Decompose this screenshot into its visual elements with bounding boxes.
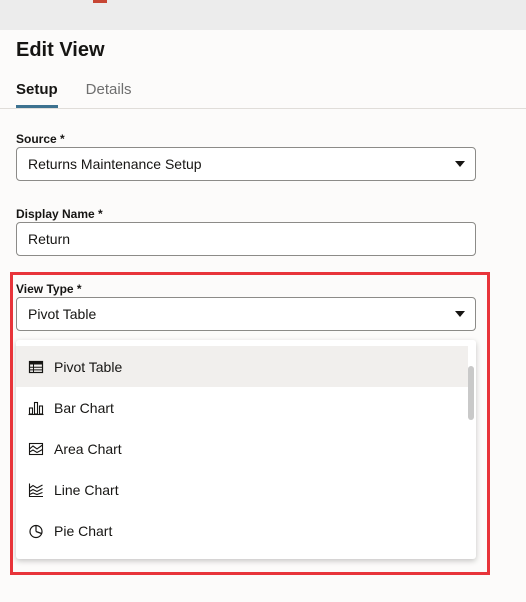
display-name-label: Display Name *: [16, 207, 103, 221]
bar-chart-icon: [28, 400, 44, 416]
line-chart-icon: [28, 482, 44, 498]
option-bar-chart[interactable]: Bar Chart: [16, 387, 468, 428]
option-label: Pivot Table: [54, 358, 123, 375]
source-label: Source *: [16, 132, 65, 146]
option-line-chart[interactable]: Line Chart: [16, 469, 468, 510]
display-name-value: Return: [28, 231, 71, 247]
option-pivot-table[interactable]: Pivot Table: [16, 346, 468, 387]
view-type-value: Pivot Table: [28, 306, 97, 322]
source-value: Returns Maintenance Setup: [28, 156, 202, 172]
option-label: Line Chart: [54, 481, 119, 498]
option-pie-chart[interactable]: Pie Chart: [16, 510, 468, 551]
chevron-down-icon: [455, 311, 465, 317]
dropdown-scrollbar[interactable]: [468, 366, 474, 420]
option-label: Bar Chart: [54, 399, 114, 416]
tab-details[interactable]: Details: [86, 80, 132, 108]
page-title: Edit View: [16, 39, 105, 61]
pie-chart-icon: [28, 523, 44, 539]
table-icon: [28, 359, 44, 375]
option-label: Pie Chart: [54, 522, 113, 539]
area-chart-icon: [28, 441, 44, 457]
view-type-label: View Type *: [16, 282, 82, 296]
top-strip: [0, 0, 526, 30]
view-type-dropdown: Pivot Table Bar Chart Area Chart Line Ch…: [16, 340, 476, 559]
option-area-chart[interactable]: Area Chart: [16, 428, 468, 469]
tabs-divider: [0, 108, 526, 109]
tab-bar: Setup Details: [16, 80, 160, 108]
source-select[interactable]: Returns Maintenance Setup: [16, 147, 476, 181]
view-type-select[interactable]: Pivot Table: [16, 297, 476, 331]
display-name-input[interactable]: Return: [16, 222, 476, 256]
chevron-down-icon: [455, 161, 465, 167]
tab-setup[interactable]: Setup: [16, 80, 58, 108]
top-accent: [93, 0, 107, 3]
option-label: Area Chart: [54, 440, 122, 457]
